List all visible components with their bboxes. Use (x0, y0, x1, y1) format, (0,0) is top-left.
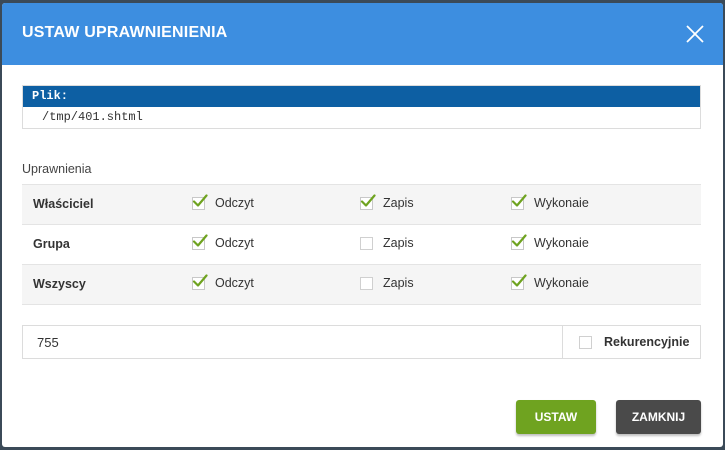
execute-checkbox-box[interactable] (511, 193, 527, 210)
close-button[interactable]: ZAMKNIJ (616, 400, 701, 434)
close-icon[interactable] (683, 22, 707, 46)
dialog-title: USTAW UPRAWNIENIENIA (22, 24, 228, 41)
execute-label: Wykonaie (534, 276, 589, 290)
write-checkbox[interactable]: Zapis (360, 236, 414, 250)
write-checkbox-box[interactable] (360, 236, 373, 250)
read-label: Odczyt (215, 276, 254, 290)
write-label: Zapis (383, 236, 414, 250)
read-checkbox-box[interactable] (192, 233, 208, 250)
file-path: /tmp/401.shtml (42, 110, 143, 124)
read-label: Odczyt (215, 196, 254, 210)
write-label: Zapis (383, 196, 414, 210)
recursive-checkbox[interactable]: Rekurencyjnie (563, 326, 700, 358)
permission-row: Właściciel Odczyt Zapis Wykonaie (22, 185, 701, 225)
read-checkbox-box[interactable] (192, 273, 208, 290)
read-label: Odczyt (215, 236, 254, 250)
permission-row: Wszyscy Odczyt Zapis Wykonaie (22, 265, 701, 305)
checkmark-icon (511, 273, 527, 287)
mode-input[interactable] (23, 326, 563, 358)
read-checkbox-box[interactable] (192, 193, 208, 210)
permission-row-label: Grupa (33, 237, 70, 251)
recursive-checkbox-box[interactable] (579, 335, 592, 349)
checkmark-icon (192, 193, 208, 207)
write-checkbox[interactable]: Zapis (360, 276, 414, 290)
permissions-label: Uprawnienia (22, 162, 92, 176)
permission-row: Grupa Odczyt Zapis Wykonaie (22, 225, 701, 265)
read-checkbox[interactable]: Odczyt (192, 193, 254, 210)
checkmark-icon (360, 193, 376, 207)
write-checkbox[interactable]: Zapis (360, 193, 414, 210)
read-checkbox[interactable]: Odczyt (192, 233, 254, 250)
execute-checkbox[interactable]: Wykonaie (511, 273, 589, 290)
write-checkbox-box[interactable] (360, 276, 373, 290)
file-info-box: Plik: /tmp/401.shtml (22, 85, 701, 129)
permission-row-label: Wszyscy (33, 277, 86, 291)
execute-checkbox-box[interactable] (511, 273, 527, 290)
checkmark-icon (511, 233, 527, 247)
checkmark-icon (511, 193, 527, 207)
permissions-table: Właściciel Odczyt Zapis Wykonaie Grupa Odczyt… (22, 184, 701, 305)
execute-label: Wykonaie (534, 236, 589, 250)
recursive-label: Rekurencyjnie (604, 335, 690, 349)
mode-row: Rekurencyjnie (22, 325, 701, 359)
checkmark-icon (192, 273, 208, 287)
checkmark-icon (192, 233, 208, 247)
set-button[interactable]: USTAW (516, 400, 596, 434)
execute-label: Wykonaie (534, 196, 589, 210)
dialog-titlebar: USTAW UPRAWNIENIENIA (2, 3, 723, 65)
write-checkbox-box[interactable] (360, 193, 376, 210)
execute-checkbox[interactable]: Wykonaie (511, 233, 589, 250)
write-label: Zapis (383, 276, 414, 290)
execute-checkbox[interactable]: Wykonaie (511, 193, 589, 210)
permission-row-label: Właściciel (33, 197, 94, 211)
permissions-dialog: USTAW UPRAWNIENIENIA Plik: /tmp/401.shtm… (2, 3, 723, 447)
execute-checkbox-box[interactable] (511, 233, 527, 250)
file-header: Plik: (23, 86, 700, 107)
read-checkbox[interactable]: Odczyt (192, 273, 254, 290)
